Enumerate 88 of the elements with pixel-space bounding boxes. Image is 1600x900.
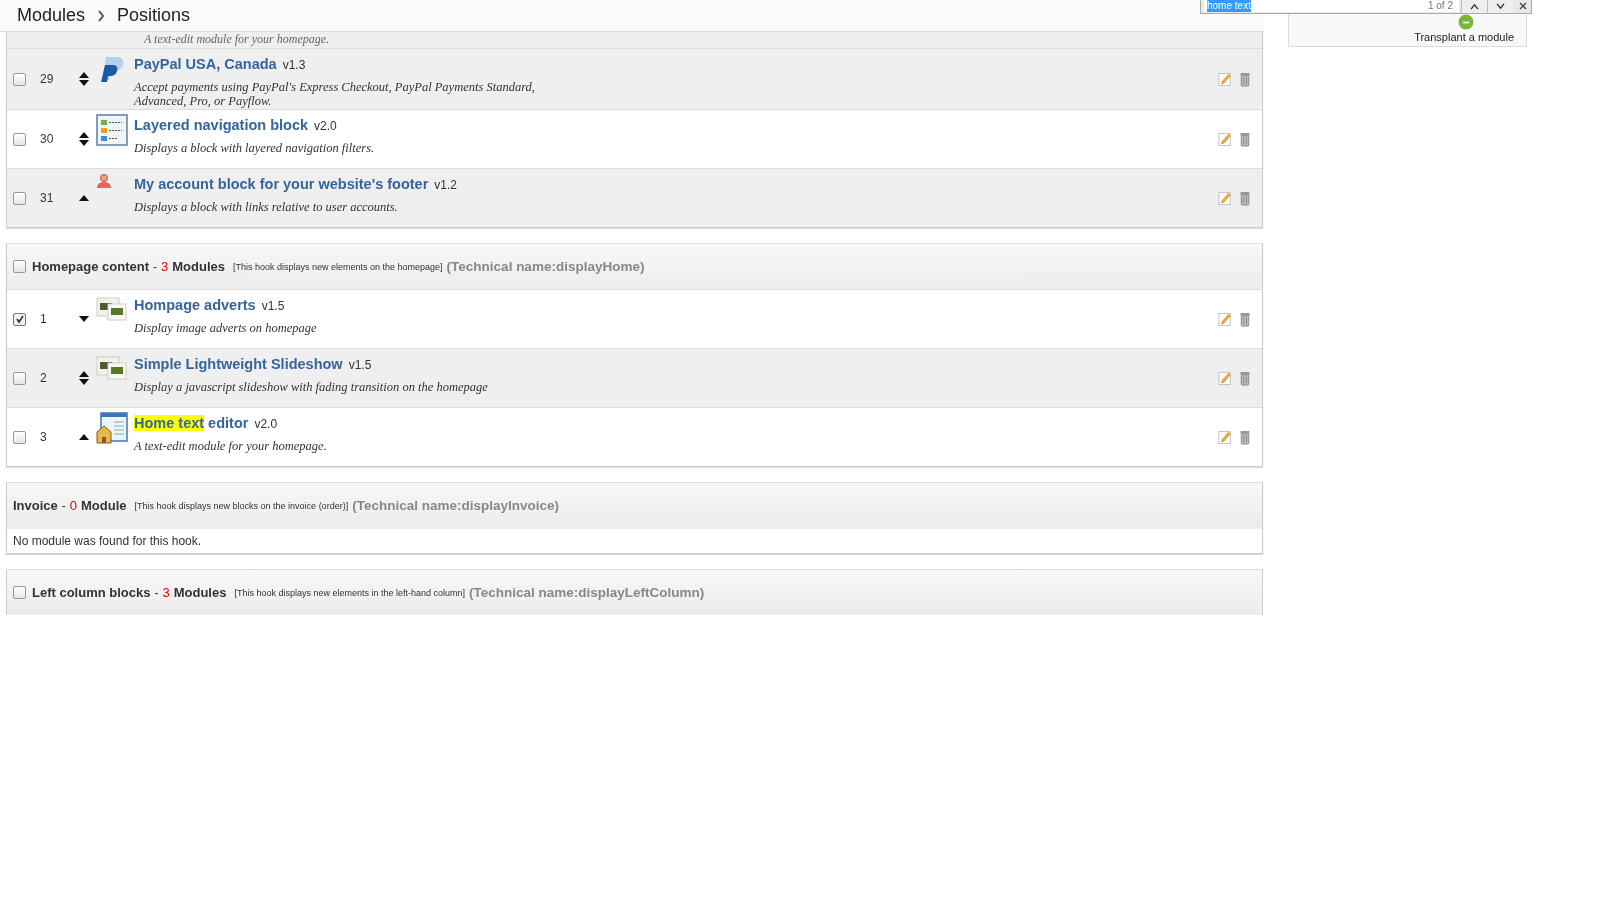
hook-hint: [This hook displays new elements on the homepage] [233,261,443,272]
hook-hint: [This hook displays new blocks on the invoice (order)] [134,500,349,511]
breadcrumb-link[interactable]: Modules [17,5,86,26]
next-match-button[interactable] [1487,0,1513,13]
chevron-right-icon [97,9,106,22]
module-checkbox[interactable] [13,430,26,444]
hook-checkbox[interactable] [13,260,26,273]
module-description: A text-edit module for your homepage. [7,32,1262,48]
position-number: 2 [40,371,48,385]
module-name[interactable]: Home text [134,415,205,431]
module-version: v1.2 [434,178,457,192]
edit-icon[interactable] [1218,429,1232,445]
module-name[interactable]: Layered navigation block [134,117,309,133]
chevron-up-icon [1470,3,1479,10]
position-number: 31 [40,191,55,205]
delete-icon[interactable] [1238,429,1252,445]
close-icon[interactable] [1519,2,1527,10]
module-name[interactable]: Hompage adverts [134,297,256,313]
module-checkbox[interactable] [13,371,26,385]
module-description: Display a javascript slideshow with fading transition on the homepage [134,380,489,394]
delete-icon[interactable] [1238,311,1252,327]
move-up-arrow[interactable] [79,72,89,78]
module-checkbox[interactable] [13,72,26,86]
module-count: 0 [69,498,78,513]
hook-title: Left column blocks [32,585,151,600]
technical-name: (Technical name:displayHome) [446,259,645,274]
technical-name: (Technical name:displayInvoice) [352,498,559,513]
empty-message: No module was found for this hook. [7,528,1262,553]
edit-icon[interactable] [1218,71,1232,87]
edit-icon[interactable] [1218,190,1232,206]
position-number: 1 [40,312,48,326]
delete-icon[interactable] [1238,71,1252,87]
move-down-arrow[interactable] [79,379,89,385]
edit-icon[interactable] [1218,311,1232,327]
module-version: v1.5 [261,299,285,313]
module-checkbox[interactable] [13,312,26,326]
move-down-arrow[interactable] [79,316,89,322]
module-version: v1.3 [282,58,306,72]
hook-hint: [This hook displays new elements in the left-hand column] [234,587,466,598]
module-name[interactable]: Simple Lightweight Slideshow [134,356,343,372]
module-checkbox[interactable] [13,132,26,146]
module-count: 3 [162,585,170,600]
move-up-arrow[interactable] [79,434,89,440]
previous-match-button[interactable] [1461,0,1487,13]
transplant-module-button[interactable]: Transplant a module [1414,31,1514,43]
list-window-icon [96,114,128,146]
hook-separator: - [61,498,66,513]
module-count-label: Modules [173,585,227,600]
module-description: Displays a block with links relative to user accounts. [134,200,399,214]
module-name[interactable]: PayPal USA, Canada [134,56,277,72]
position-number: 29 [40,72,55,86]
position-number: 3 [40,430,48,444]
delete-icon[interactable] [1238,131,1252,147]
move-down-arrow[interactable] [79,140,89,146]
breadcrumb-current: Positions [117,5,191,26]
move-up-arrow[interactable] [79,195,89,201]
module-description: Accept payments using PayPal's Express Checkout, PayPal Payments Standard, Advanced, Pro, or Payflow. [134,80,536,108]
module-description: A text-edit module for your homepage. [134,439,328,453]
edit-icon[interactable] [1218,131,1232,147]
module-checkbox[interactable] [13,191,26,205]
home-page-icon [96,412,128,444]
module-version: v2.0 [254,417,278,431]
hook-separator: - [153,259,157,274]
hook-title: Homepage content [32,259,149,274]
user-icon [96,173,112,189]
move-up-arrow[interactable] [79,371,89,377]
hook-separator: - [154,585,159,600]
module-name[interactable]: My account block for your website's footer [134,176,429,192]
match-count: 1 of 2 [1427,0,1453,12]
module-count-label: Module [81,498,127,513]
module-count: 3 [161,259,169,274]
move-down-arrow[interactable] [79,80,89,86]
module-description: Display image adverts on homepage [134,321,318,335]
technical-name: (Technical name:displayLeftColumn) [469,585,705,600]
position-number: 30 [40,132,55,146]
hook-title: Invoice [13,498,58,513]
module-description: Displays a block with layered navigation filters. [134,141,376,155]
chevron-down-icon [1496,3,1505,10]
delete-icon[interactable] [1238,370,1252,386]
delete-icon[interactable] [1238,190,1252,206]
move-up-arrow[interactable] [79,132,89,138]
module-count-label: Modules [172,259,225,274]
module-name[interactable]: editor [208,415,249,431]
module-version: v1.5 [348,358,372,372]
hook-checkbox[interactable] [13,586,26,599]
edit-icon[interactable] [1218,370,1232,386]
find-field[interactable]: home text 1 of 2 [1204,0,1459,12]
module-version: v2.0 [314,119,337,133]
